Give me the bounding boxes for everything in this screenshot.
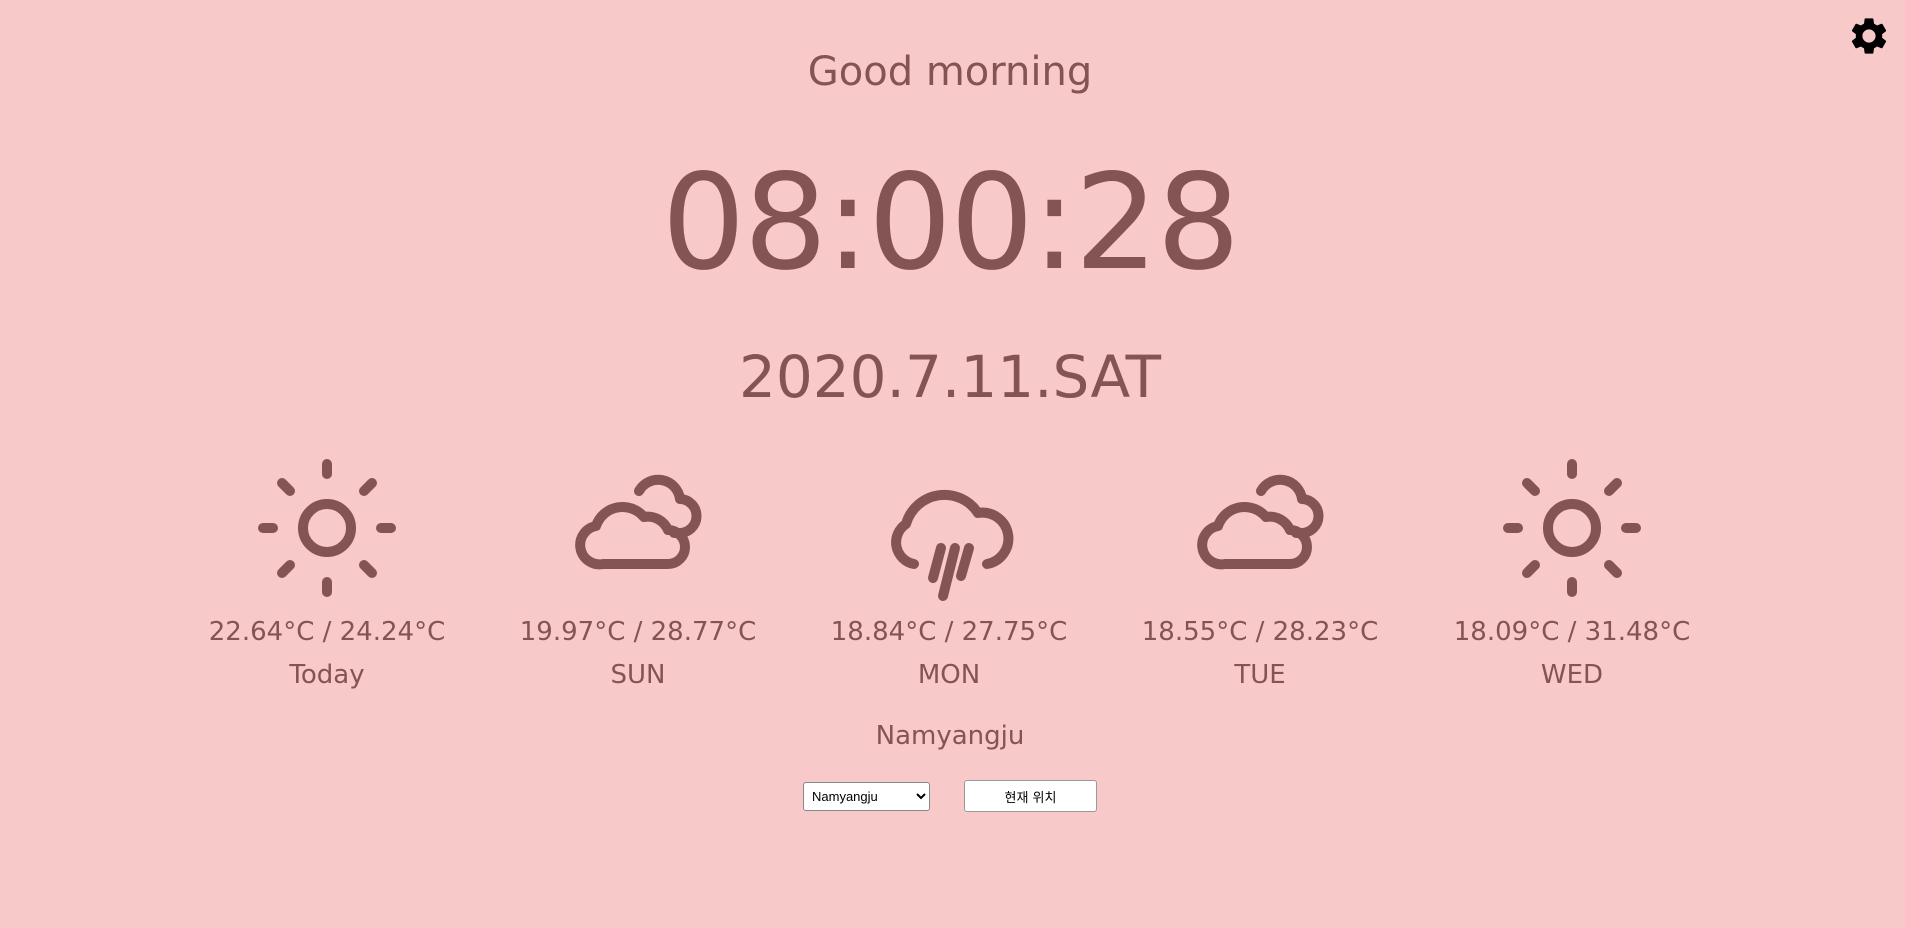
current-date: 2020.7.11.SAT (738, 343, 1162, 411)
city-name: Namyangju (875, 721, 1025, 751)
forecast-temps: 18.09°C / 31.48°C (1453, 617, 1691, 647)
forecast-day-label: Today (289, 660, 365, 690)
current-location-button[interactable]: 현재 위치 (964, 780, 1097, 812)
forecast-day-label: MON (917, 660, 981, 690)
weather-clock-page: Good morning 08:00:28 2020.7.11.SAT 22.6… (0, 0, 1905, 928)
greeting-text: Good morning (807, 49, 1093, 95)
forecast-day: 18.55°C / 28.23°C TUE (1110, 454, 1410, 690)
partly-cloudy-icon (1180, 454, 1340, 614)
forecast-day-label: SUN (610, 660, 666, 690)
forecast-temps: 19.97°C / 28.77°C (519, 617, 757, 647)
location-select[interactable]: Namyangju (803, 782, 930, 811)
rain-cloud-icon (869, 454, 1029, 614)
forecast-day: 19.97°C / 28.77°C SUN (488, 454, 788, 690)
forecast-day: 18.84°C / 27.75°C MON (799, 454, 1099, 690)
forecast-temps: 18.55°C / 28.23°C (1141, 617, 1379, 647)
forecast-day-label: TUE (1234, 660, 1286, 690)
forecast-temps: 18.84°C / 27.75°C (830, 617, 1068, 647)
sun-icon (247, 454, 407, 614)
clock-time: 08:00:28 (661, 146, 1241, 300)
sun-icon (1492, 454, 1652, 614)
forecast-temps: 22.64°C / 24.24°C (208, 617, 446, 647)
forecast-day-label: WED (1540, 660, 1604, 690)
forecast-day: 22.64°C / 24.24°C Today (177, 454, 477, 690)
forecast-day: 18.09°C / 31.48°C WED (1422, 454, 1722, 690)
partly-cloudy-icon (558, 454, 718, 614)
weather-forecast: 22.64°C / 24.24°C Today 19.97°C / 28.77°… (0, 454, 1905, 694)
